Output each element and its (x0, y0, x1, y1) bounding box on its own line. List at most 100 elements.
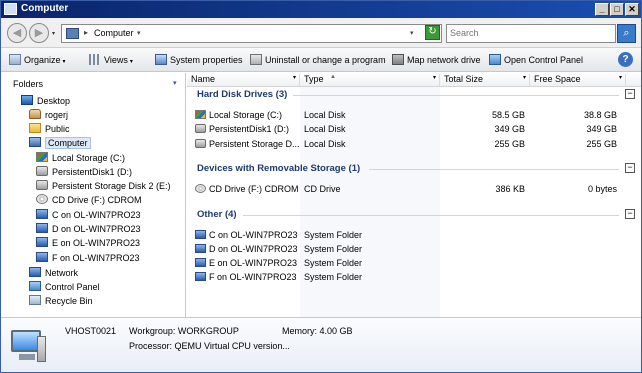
recent-pages-dropdown[interactable]: ▾ (52, 30, 55, 37)
nav-item-e-on-ol-win7pro23[interactable]: E on OL-WIN7PRO23 (36, 237, 140, 250)
computer-name: VHOST0021 (65, 326, 117, 336)
table-row[interactable]: Local Storage (C:) Local Disk 58.5 GB 38… (187, 110, 627, 123)
organize-button[interactable]: Organize ▾ (9, 54, 66, 67)
views-label: Views (104, 55, 128, 65)
network-drive-icon (195, 258, 206, 267)
chevron-down-icon: ▾ (129, 59, 133, 65)
group-header-removable-storage[interactable]: Devices with Removable Storage (1) (197, 163, 360, 174)
nav-item-recycle-bin[interactable]: Recycle Bin (29, 295, 93, 308)
drive-icon (195, 139, 206, 148)
network-icon (29, 267, 41, 277)
title-bar[interactable]: Computer _ □ ✕ (1, 1, 641, 18)
breadcrumb-separator-icon[interactable]: ▸ (84, 28, 88, 37)
nav-item-cd-drive-f[interactable]: CD Drive (F:) CDROM (36, 194, 142, 207)
folders-header[interactable]: Folders (13, 79, 43, 89)
nav-item-public[interactable]: Public (29, 123, 70, 136)
network-drive-icon (195, 244, 206, 253)
chevron-down-icon[interactable]: ▾ (433, 74, 436, 81)
group-header-hard-disk-drives[interactable]: Hard Disk Drives (3) (197, 89, 287, 100)
column-header-type[interactable]: Type ▲ ▾ (300, 74, 440, 86)
chevron-down-icon[interactable]: ▾ (137, 29, 141, 37)
address-toolbar: ◀ ▶ ▾ ▸ Computer ▾ ▾ ↻ ⌕ (1, 18, 641, 48)
search-input[interactable] (450, 28, 610, 38)
control-panel-icon (29, 281, 41, 291)
network-drive-icon (36, 209, 48, 219)
control-panel-icon (489, 54, 501, 65)
back-button[interactable]: ◀ (7, 23, 27, 43)
group-header-other[interactable]: Other (4) (197, 209, 237, 220)
details-pane: VHOST0021 Workgroup: WORKGROUP Memory: 4… (1, 317, 641, 372)
windows-drive-icon (195, 110, 206, 119)
column-header-name[interactable]: Name ▾ (187, 74, 300, 86)
map-network-label: Map network drive (407, 55, 481, 65)
file-list[interactable]: Name ▾ Type ▲ ▾ Total Size ▾ Free Space … (187, 73, 641, 317)
chevron-down-icon[interactable]: ▾ (619, 74, 622, 81)
search-box[interactable] (446, 24, 616, 43)
forward-button[interactable]: ▶ (29, 23, 49, 43)
refresh-button[interactable]: ↻ (425, 25, 440, 40)
sort-ascending-icon: ▲ (330, 74, 336, 80)
nav-item-d-on-ol-win7pro23[interactable]: D on OL-WIN7PRO23 (36, 223, 141, 236)
table-row[interactable]: Persistent Storage D... Local Disk 255 G… (187, 139, 627, 152)
collapse-group-button[interactable]: − (625, 209, 635, 219)
help-icon[interactable]: ? (618, 52, 633, 67)
memory-label: Memory: 4.00 GB (282, 326, 353, 336)
map-network-drive-button[interactable]: Map network drive (392, 54, 481, 67)
nav-item-persistentdisk1-d[interactable]: PersistentDisk1 (D:) (36, 166, 132, 179)
address-dropdown-icon[interactable]: ▾ (410, 29, 414, 37)
nav-item-computer[interactable]: Computer (29, 137, 91, 150)
table-row[interactable]: F on OL-WIN7PRO23 System Folder (187, 272, 627, 285)
explorer-window: Computer _ □ ✕ ◀ ▶ ▾ ▸ Computer ▾ ▾ ↻ ⌕ … (0, 0, 642, 373)
table-row[interactable]: D on OL-WIN7PRO23 System Folder (187, 244, 627, 257)
column-header-bar: Name ▾ Type ▲ ▾ Total Size ▾ Free Space … (187, 73, 641, 87)
map-network-drive-icon (392, 54, 404, 65)
views-button[interactable]: Views ▾ (89, 54, 133, 67)
computer-icon (29, 137, 41, 147)
nav-item-control-panel[interactable]: Control Panel (29, 281, 100, 294)
chevron-down-icon[interactable]: ▾ (173, 79, 177, 87)
window-title: Computer (21, 3, 69, 14)
nav-item-persistent-storage-e[interactable]: Persistent Storage Disk 2 (E:) (36, 180, 171, 193)
breadcrumb-computer[interactable]: Computer (94, 28, 134, 38)
nav-item-local-storage-c[interactable]: Local Storage (C:) (36, 152, 125, 165)
nav-item-rogerj[interactable]: rogerj (29, 109, 68, 122)
organize-label: Organize (24, 55, 61, 65)
command-bar: Organize ▾ Views ▾ System properties Unins… (1, 48, 641, 72)
network-drive-icon (36, 237, 48, 247)
drive-icon (195, 124, 206, 133)
column-header-total-size[interactable]: Total Size ▾ (440, 74, 530, 86)
chevron-down-icon[interactable]: ▾ (293, 74, 296, 81)
collapse-group-button[interactable]: − (625, 163, 635, 173)
nav-item-desktop[interactable]: Desktop (21, 95, 70, 108)
uninstall-label: Uninstall or change a program (265, 55, 386, 65)
table-row[interactable]: C on OL-WIN7PRO23 System Folder (187, 230, 627, 243)
table-row[interactable]: CD Drive (F:) CDROM CD Drive 386 KB 0 by… (187, 184, 627, 197)
group-divider (243, 215, 619, 216)
maximize-button[interactable]: □ (610, 3, 624, 16)
table-row[interactable]: E on OL-WIN7PRO23 System Folder (187, 258, 627, 271)
nav-item-f-on-ol-win7pro23[interactable]: F on OL-WIN7PRO23 (36, 252, 140, 265)
close-button[interactable]: ✕ (625, 3, 639, 16)
system-properties-button[interactable]: System properties (155, 54, 243, 67)
chevron-down-icon[interactable]: ▾ (523, 74, 526, 81)
collapse-group-button[interactable]: − (625, 89, 635, 99)
uninstall-program-button[interactable]: Uninstall or change a program (250, 54, 386, 67)
windows-drive-icon (36, 152, 48, 162)
network-drive-icon (36, 252, 48, 262)
drive-icon (36, 166, 48, 176)
network-drive-icon (36, 223, 48, 233)
uninstall-icon (250, 54, 262, 65)
column-header-free-space[interactable]: Free Space ▾ (530, 74, 626, 86)
address-bar[interactable]: ▸ Computer ▾ ▾ (61, 24, 442, 43)
computer-icon (66, 28, 79, 39)
minimize-button[interactable]: _ (595, 3, 609, 16)
recycle-bin-icon (29, 295, 41, 305)
table-row[interactable]: PersistentDisk1 (D:) Local Disk 349 GB 3… (187, 124, 627, 137)
open-control-panel-button[interactable]: Open Control Panel (489, 54, 583, 67)
nav-item-network[interactable]: Network (29, 267, 78, 280)
control-panel-label: Open Control Panel (504, 55, 584, 65)
search-icon[interactable]: ⌕ (617, 24, 636, 43)
system-properties-icon (155, 54, 167, 65)
nav-item-c-on-ol-win7pro23[interactable]: C on OL-WIN7PRO23 (36, 209, 141, 222)
network-drive-icon (195, 272, 206, 281)
